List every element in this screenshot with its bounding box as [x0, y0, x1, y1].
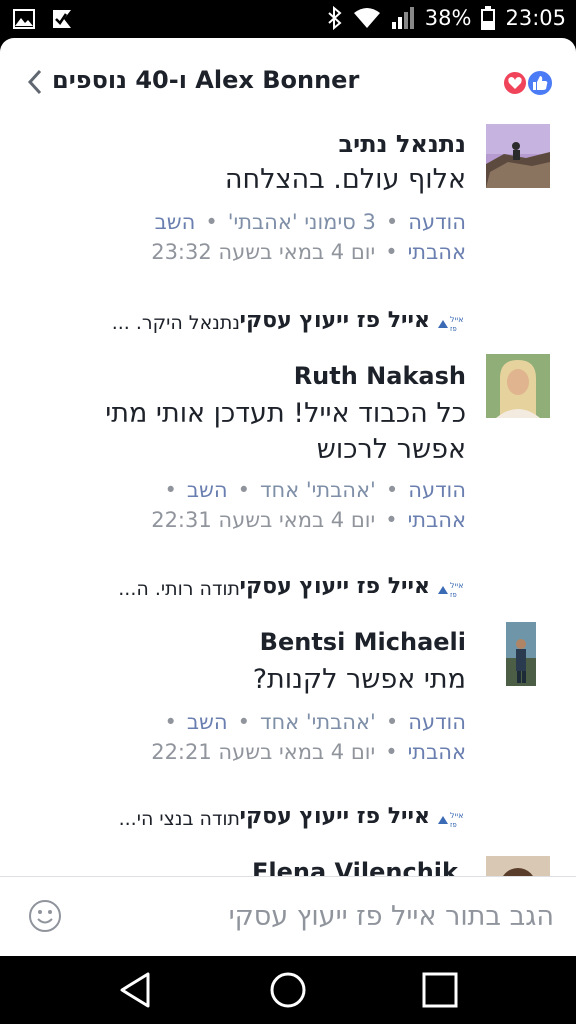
message-link[interactable]: הודעה [408, 478, 466, 502]
navigation-bar [0, 956, 576, 1024]
brand-logo-icon: איילפז [438, 581, 463, 599]
avatar[interactable] [506, 622, 536, 686]
signal-icon [391, 7, 414, 29]
reply-preview[interactable]: אייל פז אייל פז ייעוץ עסקי תודה רותי. ה..… [0, 574, 576, 604]
love-reaction-icon [502, 70, 528, 96]
message-link[interactable]: הודעה [408, 710, 466, 734]
comment-time: יום 4 במאי בשעה 22:31 [151, 508, 376, 532]
back-icon[interactable] [116, 970, 156, 1010]
comment-text: מתי אפשר לקנות? [252, 664, 466, 695]
comment-meta: אהבתי•יום 4 במאי בשעה 22:21 [151, 740, 466, 764]
comment-author[interactable]: נתנאל נתיב [339, 130, 466, 158]
reply-preview[interactable]: אייל פז אייל פז ייעוץ עסקי נתנאל היקר. ..… [0, 308, 576, 338]
reply-link[interactable]: השב [155, 210, 196, 234]
wifi-icon [353, 8, 380, 28]
comment-input[interactable] [124, 891, 554, 941]
avatar[interactable] [486, 124, 550, 188]
reply-link[interactable]: השב [187, 710, 228, 734]
status-bar: 38% 23:05 [0, 0, 576, 38]
comment-text: כל הכבוד אייל! תעדכן אותי מתי אפשר לרכוש [105, 398, 466, 465]
svg-text:פז: פז [450, 821, 457, 829]
comment-author[interactable]: Bentsi Michaeli [260, 628, 466, 656]
like-link[interactable]: אהבתי [408, 740, 466, 764]
comment: Ruth Nakash כל הכבוד אייל! תעדכן אותי מת… [0, 350, 576, 580]
comment: Bentsi Michaeli מתי אפשר לקנות? הודעה•'א… [0, 618, 576, 808]
chevron-left-icon[interactable] [24, 68, 46, 96]
likes-count[interactable]: 'אהבתי' אחד [260, 710, 376, 734]
likes-count[interactable]: 'אהבתי' אחד [260, 478, 376, 502]
likes-count[interactable]: 3 סימוני 'אהבתי' [228, 210, 376, 234]
reactions-summary[interactable]: ו-40 נוספים Alex Bonner [52, 66, 359, 94]
like-link[interactable]: אהבתי [408, 240, 466, 264]
svg-text:אייל: אייל [450, 811, 463, 820]
comment-time: יום 4 במאי בשעה 22:21 [151, 740, 376, 764]
battery-icon [481, 6, 496, 30]
comment-composer [0, 876, 576, 956]
reply-link[interactable]: השב [187, 478, 228, 502]
battery-percent: 38% [424, 6, 472, 30]
recents-icon[interactable] [420, 970, 460, 1010]
reply-preview[interactable]: אייל פז אייל פז ייעוץ עסקי תודה בנצי הי..… [0, 804, 576, 834]
emoji-icon[interactable] [28, 899, 62, 933]
reactions-header[interactable]: ו-40 נוספים Alex Bonner [0, 38, 576, 124]
brand-logo-icon: איילפז [438, 315, 463, 333]
comment-actions: הודעה•'אהבתי' אחד•השב• [164, 478, 466, 502]
comment-actions: הודעה•3 סימוני 'אהבתי'•השב [154, 210, 466, 234]
gallery-icon [13, 9, 35, 29]
reply-author[interactable]: אייל פז ייעוץ עסקי [239, 574, 430, 599]
comment-meta: אהבתי•יום 4 במאי בשעה 22:31 [151, 508, 466, 532]
reply-author[interactable]: אייל פז ייעוץ עסקי [239, 804, 430, 829]
reply-author[interactable]: אייל פז ייעוץ עסקי [239, 308, 430, 333]
reply-text: תודה בנצי הי... [118, 808, 240, 830]
comment-meta: אהבתי•יום 4 במאי בשעה 23:32 [151, 240, 466, 264]
home-icon[interactable] [268, 970, 308, 1010]
comments-panel: ו-40 נוספים Alex Bonner נתנאל נתיב אלוף … [0, 38, 576, 956]
svg-text:פז: פז [450, 591, 457, 599]
comment: נתנאל נתיב אלוף עולם. בהצלחה הודעה•3 סימ… [0, 122, 576, 312]
brand-logo-icon: איילפז [438, 811, 463, 829]
reply-text: נתנאל היקר. ... [111, 312, 240, 334]
like-reaction-icon [526, 69, 554, 97]
avatar[interactable] [486, 354, 550, 418]
checkmark-flag-icon [53, 10, 71, 28]
svg-text:אייל: אייל [450, 315, 463, 324]
comment-time: יום 4 במאי בשעה 23:32 [151, 240, 376, 264]
reaction-icons[interactable] [502, 68, 556, 98]
reply-text: תודה רותי. ה... [118, 578, 240, 600]
bluetooth-icon [328, 6, 342, 30]
comment-author[interactable]: Ruth Nakash [294, 362, 466, 390]
message-link[interactable]: הודעה [408, 210, 466, 234]
svg-text:פז: פז [450, 325, 457, 333]
svg-text:אייל: אייל [450, 581, 463, 590]
like-link[interactable]: אהבתי [408, 508, 466, 532]
clock: 23:05 [505, 6, 566, 30]
comment-text: אלוף עולם. בהצלחה [224, 164, 466, 195]
comment-actions: הודעה•'אהבתי' אחד•השב• [164, 710, 466, 734]
